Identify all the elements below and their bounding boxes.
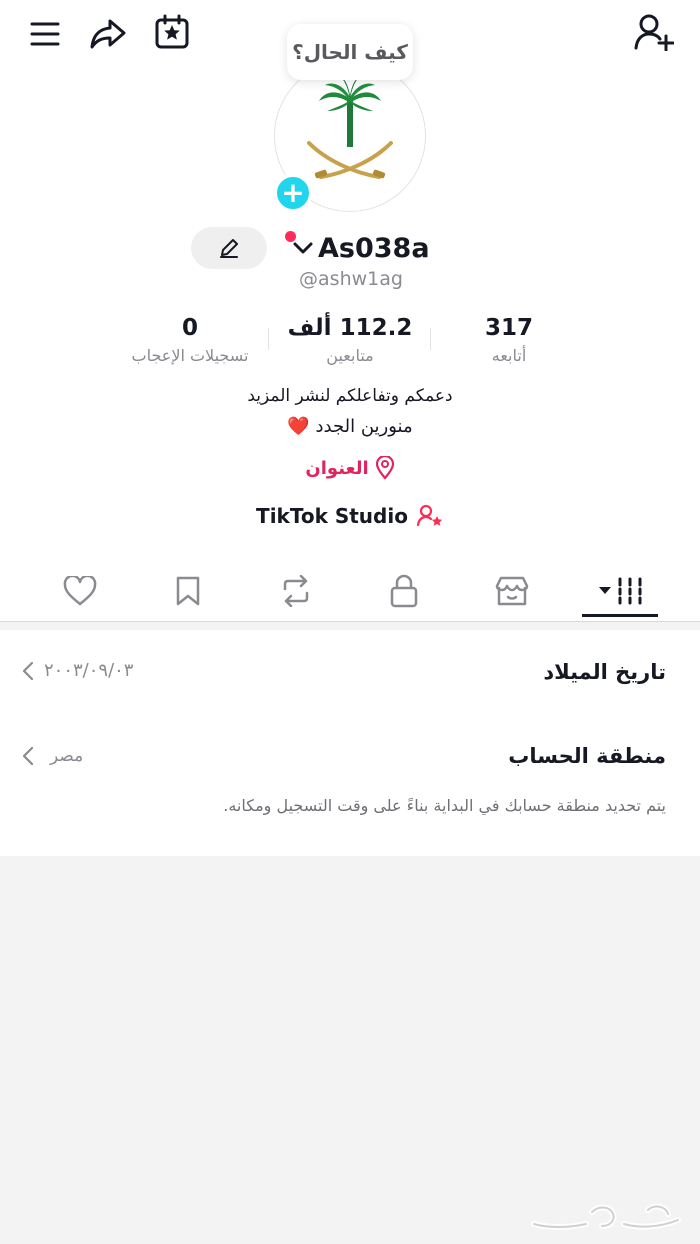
active-tab-indicator xyxy=(582,614,658,617)
location-link[interactable]: العنوان xyxy=(0,456,700,480)
following-count: 317 xyxy=(484,315,533,341)
add-friend-icon[interactable] xyxy=(634,12,674,52)
tab-private[interactable] xyxy=(381,568,427,614)
display-name: As038a xyxy=(318,232,430,264)
calendar-star-icon[interactable] xyxy=(152,12,192,52)
heart-icon xyxy=(63,576,97,606)
studio-label: TikTok Studio xyxy=(256,504,408,528)
add-story-button[interactable]: + xyxy=(274,174,312,212)
likes-label: تسجيلات الإعجاب xyxy=(131,346,249,365)
creator-star-icon xyxy=(416,504,443,527)
pencil-icon xyxy=(220,239,238,258)
bio-line: دعمكم وتفاعلكم لنشر المزيد xyxy=(247,386,453,406)
account-settings-card: تاريخ الميلاد ٢٠٠٣/٠٩/٠٣ منطقة الحساب مص… xyxy=(0,630,700,856)
account-switcher[interactable]: As038a xyxy=(292,230,430,266)
tabs-divider xyxy=(0,621,700,622)
stats-divider xyxy=(268,328,269,350)
likes-count: 0 xyxy=(181,315,198,341)
followers-count: 112.2 ألف xyxy=(287,315,413,341)
following-label: أتابعه xyxy=(491,346,527,365)
location-pin-icon xyxy=(375,456,394,480)
chevron-left-icon xyxy=(22,746,34,766)
birthday-row[interactable]: ٢٠٠٣/٠٩/٠٣ xyxy=(22,660,133,681)
birthday-title: تاريخ الميلاد xyxy=(543,660,666,684)
region-title: منطقة الحساب xyxy=(508,744,666,768)
profile-area: كيف الحال؟ + As038a @ashw1ag 0 تسجيلات ا… xyxy=(0,0,700,622)
birthday-value: ٢٠٠٣/٠٩/٠٣ xyxy=(44,660,134,681)
stat-followers[interactable]: 112.2 ألف متابعين xyxy=(270,312,430,365)
tab-videos[interactable] xyxy=(593,568,649,614)
region-value: مصر xyxy=(50,746,84,766)
menu-icon[interactable] xyxy=(25,14,65,54)
grid-dropdown-icon xyxy=(599,577,642,605)
edit-profile-button[interactable] xyxy=(191,227,267,269)
followers-label: متابعين xyxy=(326,346,374,365)
region-description: يتم تحديد منطقة حسابك في البداية بناءً ع… xyxy=(223,796,666,815)
tab-reposts[interactable] xyxy=(273,568,319,614)
chevron-down-icon xyxy=(293,242,313,254)
status-bubble[interactable]: كيف الحال؟ xyxy=(287,24,413,80)
tab-favorites[interactable] xyxy=(165,568,211,614)
region-row[interactable]: مصر xyxy=(22,746,83,766)
username: @ashw1ag xyxy=(299,268,403,290)
bio-line: منورين الجدد ❤️ xyxy=(287,416,413,437)
repost-icon xyxy=(283,575,309,607)
shop-icon xyxy=(495,576,529,606)
tab-shop[interactable] xyxy=(489,568,535,614)
share-icon[interactable] xyxy=(88,14,128,54)
bookmark-icon xyxy=(176,576,200,606)
location-text: العنوان xyxy=(305,457,369,479)
tiktok-studio-link[interactable]: TikTok Studio xyxy=(0,504,700,528)
watermark-logo xyxy=(528,1198,693,1238)
stat-following[interactable]: 317 أتابعه xyxy=(429,312,589,365)
tab-liked[interactable] xyxy=(57,568,103,614)
profile-tabs xyxy=(0,560,700,620)
chevron-left-icon xyxy=(22,661,34,680)
stat-likes[interactable]: 0 تسجيلات الإعجاب xyxy=(110,312,270,365)
lock-icon xyxy=(390,574,418,608)
